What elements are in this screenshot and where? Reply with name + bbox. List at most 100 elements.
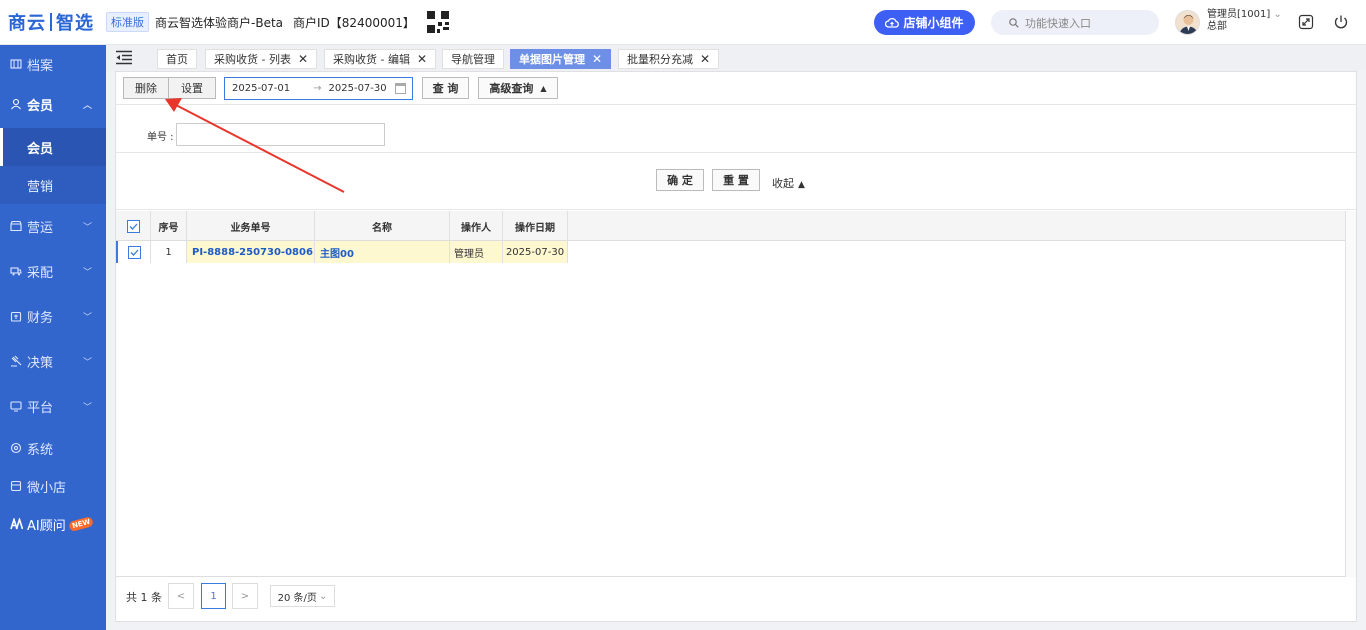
sidebar-item-label: 系统	[27, 442, 54, 458]
logo-text-left: 商云	[8, 13, 46, 34]
cell-name-link[interactable]: 主图00	[315, 241, 450, 263]
column-header[interactable]: 名称	[315, 211, 450, 241]
sidebar-item-label: 采配	[27, 265, 54, 281]
confirm-button[interactable]: 确 定	[656, 169, 704, 191]
advanced-query-button[interactable]: 高级查询 ▲	[478, 77, 558, 99]
column-header[interactable]: 操作人	[450, 211, 503, 241]
cell-index: 1	[151, 241, 187, 263]
select-all-checkbox[interactable]	[116, 211, 151, 241]
archive-icon	[9, 57, 23, 71]
checkbox-checked[interactable]	[126, 219, 140, 233]
row-checkbox[interactable]	[127, 245, 141, 259]
row-checkbox-cell[interactable]	[116, 241, 151, 263]
store-icon	[9, 219, 23, 233]
column-header[interactable]: 操作日期	[503, 211, 568, 241]
sidebar-item-label: 平台	[27, 400, 54, 416]
tab-document-image-management[interactable]: 单据图片管理 ✕	[510, 49, 612, 69]
avatar[interactable]	[1175, 10, 1200, 35]
sidebar-item-finance[interactable]: 财务 ﹀	[0, 298, 106, 334]
sidebar-item-decision[interactable]: 决策 ﹀	[0, 343, 106, 379]
pagination: 共 1 条 < 1 > 20 条/页 ⌄	[116, 577, 1356, 622]
chevron-down-icon: ⌄	[318, 590, 328, 602]
close-icon[interactable]: ✕	[417, 52, 427, 66]
cell-operator: 管理员	[450, 241, 503, 263]
power-icon[interactable]	[1333, 14, 1349, 30]
cell-date: 2025-07-30	[503, 241, 568, 263]
tab-label: 首页	[166, 53, 188, 66]
page-size-label: 20 条/页	[277, 592, 317, 604]
chevron-down-icon: ﹀	[82, 402, 92, 413]
page-size-select[interactable]: 20 条/页 ⌄	[270, 585, 335, 607]
tab-home[interactable]: 首页	[157, 49, 197, 69]
tab-purchase-receipt-edit[interactable]: 采购收货 - 编辑 ✕	[324, 49, 437, 69]
advanced-query-label: 高级查询	[489, 82, 534, 95]
truck-icon	[9, 264, 23, 278]
column-header[interactable]: 业务单号	[187, 211, 315, 241]
next-page-button[interactable]: >	[232, 583, 258, 609]
user-icon	[9, 97, 23, 111]
top-header: 商云 智选 标准版 商云智选体验商户-Beta 商户ID【82400001】	[0, 0, 1366, 45]
user-org: 总部	[1207, 21, 1227, 32]
cell-doc-no-link[interactable]: PI-8888-250730-0806	[187, 241, 315, 263]
sidebar-item-members[interactable]: 会员 ︿	[0, 86, 106, 122]
close-icon[interactable]: ✕	[700, 52, 710, 66]
cloud-upload-icon	[885, 17, 900, 28]
brand-logo[interactable]: 商云 智选	[8, 9, 94, 35]
collapse-toggle[interactable]: 收起 ▲	[772, 175, 805, 191]
sidebar-subitem-members[interactable]: 会员	[0, 128, 106, 166]
table-scrollbar[interactable]	[1345, 211, 1356, 577]
sidebar-item-label: 档案	[27, 58, 54, 74]
sidebar-item-label: 营运	[27, 220, 54, 236]
annotation-arrow	[165, 98, 345, 193]
collapse-label: 收起	[772, 177, 794, 190]
new-badge: NEW	[67, 516, 94, 532]
tab-label: 采购收货 - 编辑	[333, 53, 410, 66]
caret-up-icon: ▲	[798, 180, 805, 190]
gavel-icon	[9, 354, 23, 368]
tab-label: 批量积分充减	[627, 53, 693, 66]
sidebar-item-label: 会员	[27, 98, 54, 114]
close-icon[interactable]: ✕	[592, 52, 602, 66]
logo-text-right: 智选	[56, 13, 94, 34]
sidebar-item-operations[interactable]: 营运 ﹀	[0, 208, 106, 244]
tab-bar: 首页 采购收货 - 列表 ✕ 采购收货 - 编辑 ✕ 导航管理 单据图片管理 ✕ 批量…	[106, 45, 1366, 71]
query-button[interactable]: 查 询	[422, 77, 469, 99]
sidebar-item-label: 决策	[27, 355, 54, 371]
reset-button[interactable]: 重 置	[712, 169, 760, 191]
fullscreen-icon[interactable]	[1298, 14, 1314, 30]
menu-collapse-icon[interactable]	[115, 50, 133, 65]
store-widget-button[interactable]: 店铺小组件	[874, 10, 975, 35]
ai-logo-icon	[9, 517, 23, 531]
tab-batch-points-adjust[interactable]: 批量积分充减 ✕	[618, 49, 720, 69]
quick-entry-search[interactable]: 功能快速入口	[991, 10, 1159, 35]
sidebar-item-mini-store[interactable]: 微小店	[0, 468, 106, 504]
sidebar-subitem-marketing[interactable]: 营销	[0, 166, 106, 204]
user-menu[interactable]: 管理员[1001] ⌄ 总部	[1207, 9, 1282, 33]
prev-page-button[interactable]: <	[168, 583, 194, 609]
tab-label: 采购收货 - 列表	[214, 53, 291, 66]
sidebar-subitem-label: 营销	[27, 179, 54, 195]
sidebar-item-purchasing[interactable]: 采配 ﹀	[0, 253, 106, 289]
table-header: 序号 业务单号 名称 操作人 操作日期	[116, 211, 1345, 241]
sidebar: 档案 会员 ︿ 会员 营销 营运 ﹀ 采配 ﹀ 财务 ﹀ 决策 ﹀ 平台 ﹀ 系…	[0, 45, 106, 630]
qr-code-icon[interactable]	[426, 11, 449, 33]
sidebar-item-platform[interactable]: 平台 ﹀	[0, 388, 106, 424]
column-header[interactable]: 序号	[151, 211, 187, 241]
chevron-down-icon: ﹀	[82, 357, 92, 368]
search-icon	[1009, 17, 1019, 28]
page-number-button[interactable]: 1	[201, 583, 226, 609]
tab-navigation-management[interactable]: 导航管理	[442, 49, 504, 69]
sidebar-item-archive[interactable]: 档案	[0, 46, 106, 82]
tab-purchase-receipt-list[interactable]: 采购收货 - 列表 ✕	[205, 49, 318, 69]
calendar-icon	[395, 83, 406, 94]
merchant-name: 商云智选体验商户-Beta	[155, 15, 284, 30]
sidebar-item-ai-advisor[interactable]: AI顾问 NEW	[0, 506, 106, 542]
total-count: 共 1 条	[126, 591, 162, 604]
tab-label: 单据图片管理	[519, 53, 585, 66]
sidebar-item-system[interactable]: 系统	[0, 430, 106, 466]
logo-divider	[50, 13, 52, 31]
close-icon[interactable]: ✕	[298, 52, 308, 66]
chevron-down-icon: ⌄	[1273, 9, 1282, 20]
table-row[interactable]: 1 PI-8888-250730-0806 主图00 管理员 2025-07-3…	[116, 241, 568, 263]
search-placeholder: 功能快速入口	[1025, 16, 1091, 30]
